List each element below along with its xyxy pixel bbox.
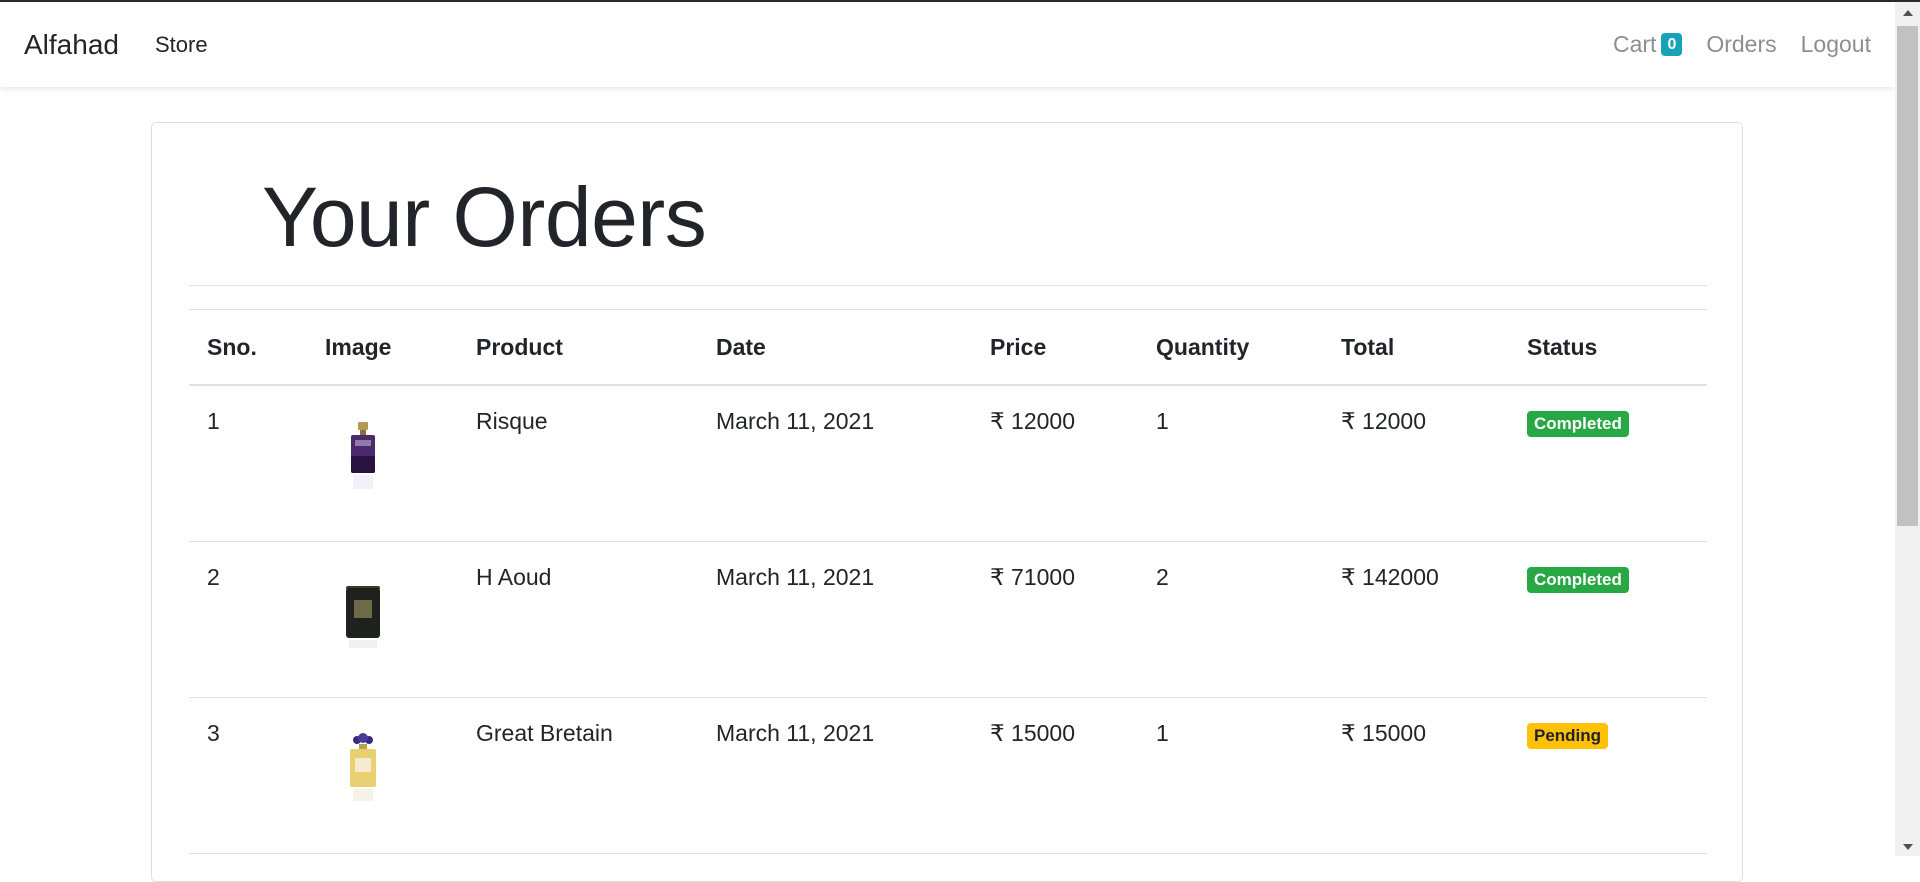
cell-quantity: 2 bbox=[1138, 541, 1323, 698]
header-quantity: Quantity bbox=[1138, 309, 1323, 386]
cell-quantity: 1 bbox=[1138, 697, 1323, 854]
cell-sno: 2 bbox=[189, 541, 307, 698]
table-header-row: Sno. Image Product Date Price Quantity T… bbox=[189, 309, 1707, 386]
perfume-bottle-gold-image bbox=[350, 732, 376, 801]
cell-date: March 11, 2021 bbox=[698, 697, 972, 854]
nav-store-link[interactable]: Store bbox=[155, 32, 208, 58]
cell-price: ₹ 71000 bbox=[972, 541, 1138, 698]
nav-orders-link[interactable]: Orders bbox=[1706, 31, 1776, 58]
page-title: Your Orders bbox=[262, 170, 707, 264]
perfume-bottle-purple-image bbox=[351, 422, 375, 489]
vertical-scrollbar[interactable] bbox=[1895, 2, 1920, 856]
header-total: Total bbox=[1323, 309, 1509, 386]
cell-total: ₹ 12000 bbox=[1323, 385, 1509, 542]
cell-status: Completed bbox=[1509, 385, 1707, 542]
header-sno: Sno. bbox=[189, 309, 307, 386]
cell-product: H Aoud bbox=[458, 541, 698, 698]
cell-price: ₹ 12000 bbox=[972, 385, 1138, 542]
cell-date: March 11, 2021 bbox=[698, 541, 972, 698]
table-row: 3 Great Bretain March 11, 2021 ₹ 15000 1… bbox=[189, 697, 1707, 854]
cell-product: Great Bretain bbox=[458, 697, 698, 854]
cart-label: Cart bbox=[1612, 31, 1657, 57]
cell-price: ₹ 15000 bbox=[972, 697, 1138, 854]
scroll-down-arrow-icon[interactable] bbox=[1903, 844, 1913, 850]
status-badge: Completed bbox=[1527, 411, 1629, 437]
table-row: 1 Risque March 11, 2021 ₹ 12000 1 ₹ 1200… bbox=[189, 385, 1707, 542]
cell-total: ₹ 15000 bbox=[1323, 697, 1509, 854]
status-badge: Completed bbox=[1527, 566, 1629, 593]
scroll-up-arrow-icon[interactable] bbox=[1903, 10, 1913, 16]
cell-total: ₹ 142000 bbox=[1323, 541, 1509, 698]
header-date: Date bbox=[698, 309, 972, 386]
cart-count-badge: 0 bbox=[1661, 33, 1683, 56]
header-status: Status bbox=[1509, 309, 1707, 386]
cell-image bbox=[307, 697, 458, 854]
navbar: Alfahad Store Cart 0 Orders Logout bbox=[0, 2, 1895, 87]
orders-table: Sno. Image Product Date Price Quantity T… bbox=[189, 309, 1707, 854]
header-price: Price bbox=[972, 309, 1138, 386]
header-image: Image bbox=[307, 309, 458, 386]
cell-sno: 1 bbox=[189, 385, 307, 542]
candle-jar-black-image bbox=[346, 585, 380, 648]
nav-logout-link[interactable]: Logout bbox=[1801, 31, 1871, 58]
status-badge: Pending bbox=[1527, 722, 1609, 749]
cell-image bbox=[307, 541, 458, 698]
cell-sno: 3 bbox=[189, 697, 307, 854]
header-product: Product bbox=[458, 309, 698, 386]
cell-date: March 11, 2021 bbox=[698, 385, 972, 542]
orders-card: Your Orders Sno. Image Product Date Pric… bbox=[151, 122, 1743, 882]
nav-right: Cart 0 Orders Logout bbox=[1613, 31, 1871, 58]
title-divider bbox=[189, 285, 1707, 286]
cell-image bbox=[307, 385, 458, 542]
cell-status: Pending bbox=[1509, 697, 1707, 854]
scroll-thumb[interactable] bbox=[1897, 26, 1918, 526]
cell-quantity: 1 bbox=[1138, 385, 1323, 542]
cell-status: Completed bbox=[1509, 541, 1707, 698]
table-row: 2 H Aoud March 11, 2021 ₹ 71000 2 ₹ 1420… bbox=[189, 541, 1707, 698]
brand-link[interactable]: Alfahad bbox=[24, 29, 119, 61]
nav-cart-link[interactable]: Cart 0 bbox=[1612, 31, 1683, 58]
cell-product: Risque bbox=[458, 385, 698, 542]
